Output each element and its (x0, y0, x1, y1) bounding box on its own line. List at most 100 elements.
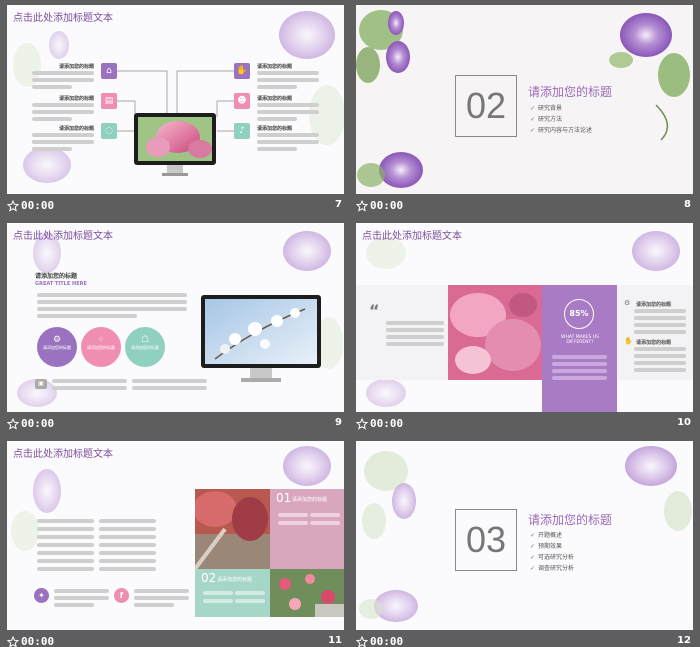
section-title: 请添加您的标题 (528, 85, 613, 99)
text-line (634, 309, 686, 313)
feature-circle: ⁘ 请添加您的标题 (81, 327, 121, 367)
monitor-image (134, 113, 216, 165)
check-icon: ✓ (530, 127, 536, 134)
text-line (386, 335, 444, 339)
text-line (37, 543, 94, 547)
slide-time: 00:00 (21, 417, 55, 430)
gear-icon: ⚙ (52, 335, 62, 345)
section-number: 03 (465, 519, 507, 560)
feature-circle: ⚙ 请添加您的标题 (37, 327, 77, 367)
text-line (134, 596, 189, 600)
star-icon (356, 200, 368, 212)
bullet-item: ✓ 研究内容与方法论述 (530, 127, 593, 134)
heading: 请添加您的标题 (35, 273, 78, 280)
grid-icon: ⁘ (97, 335, 105, 345)
slide-time: 00:00 (370, 199, 404, 212)
check-icon: ✓ (530, 532, 536, 539)
feature-circle: ☖ 请添加您的标题 (125, 327, 165, 367)
text-line (52, 386, 127, 390)
flower-decoration (359, 446, 692, 622)
text-line (235, 599, 265, 603)
slide-number: 12 (677, 635, 691, 646)
section-number: 02 (465, 85, 507, 126)
flower-photo (448, 285, 542, 380)
circle-label: 请添加您的标题 (43, 345, 71, 350)
text-line (552, 362, 607, 366)
check-icon: ✓ (530, 554, 536, 561)
bullet-item: ✓ 预期效果 (530, 543, 563, 550)
text-line (278, 521, 308, 525)
star-icon (7, 200, 19, 212)
twitter-icon: ✦ (34, 588, 49, 603)
section-number-box: 03 (455, 509, 517, 571)
text-line (134, 603, 174, 607)
info-box-1: 01 请添加您的标题 (270, 489, 344, 569)
slide-number: 11 (328, 635, 342, 646)
text-line (99, 559, 156, 563)
slide-number: 10 (677, 417, 691, 428)
monitor-stand (167, 165, 183, 173)
slide-time: 00:00 (21, 199, 55, 212)
text-line (386, 321, 444, 325)
text-line (634, 330, 686, 334)
box-number: 01 (276, 491, 292, 505)
text-line (552, 355, 607, 359)
monitor-base (162, 173, 188, 176)
text-line (634, 354, 686, 358)
text-line (235, 591, 265, 595)
bullet-item: ✓ 可选研究分析 (530, 554, 575, 561)
box-number: 02 (201, 571, 217, 585)
star-icon (7, 418, 19, 430)
subheading: GREAT TITLE HERE (35, 281, 87, 287)
section-title: 请添加您的标题 (528, 513, 613, 527)
text-line (37, 293, 187, 297)
text-line (132, 379, 207, 383)
text-line (99, 551, 156, 555)
text-line (278, 513, 308, 517)
text-line (386, 328, 444, 332)
text-line (54, 603, 94, 607)
slide-number: 9 (335, 417, 342, 428)
text-line (54, 589, 109, 593)
slide-title: 点击此处添加标题文本 (13, 449, 113, 460)
star-icon (356, 636, 368, 647)
facebook-icon: f (114, 588, 129, 603)
bullet-item: ✓ 研究方法 (530, 116, 563, 123)
monitor-base (241, 378, 281, 382)
percent-circle: 85% (564, 299, 594, 329)
box-title: 请添加您的标题 (217, 577, 253, 583)
text-line (54, 596, 109, 600)
text-line (37, 559, 94, 563)
chat-icon: ☖ (140, 335, 150, 345)
text-line (99, 543, 156, 547)
text-line (634, 347, 686, 351)
star-icon (356, 418, 368, 430)
rose-photo (270, 569, 344, 617)
text-line (203, 591, 233, 595)
text-line (37, 551, 94, 555)
slide-time: 00:00 (21, 635, 55, 647)
circle-label: 请添加您的标题 (131, 345, 159, 350)
check-icon: ✓ (530, 543, 536, 550)
slide-title: 点击此处添加标题文本 (362, 231, 462, 242)
text-line (99, 535, 156, 539)
hand-icon: ✋ (624, 337, 633, 345)
text-line (52, 379, 127, 383)
monitor-stand (250, 368, 272, 378)
text-line (310, 521, 340, 525)
text-line (37, 300, 187, 304)
bullet-item: ✓ 开题概述 (530, 532, 563, 539)
question-text: WHAT MAKES US DIFFERENT? (561, 335, 599, 345)
section-number-box: 02 (455, 75, 517, 137)
info-box-2: 02 请添加您的标题 (195, 569, 270, 617)
text-line (634, 316, 686, 320)
star-icon (7, 636, 19, 647)
slide-time: 00:00 (370, 417, 404, 430)
text-line (99, 527, 156, 531)
slide-title: 点击此处添加标题文本 (13, 231, 113, 242)
text-line (99, 567, 156, 571)
check-icon: ✓ (530, 116, 536, 123)
image-icon: ▣ (35, 379, 47, 389)
flower-decoration (356, 10, 690, 188)
check-icon: ✓ (530, 565, 536, 572)
